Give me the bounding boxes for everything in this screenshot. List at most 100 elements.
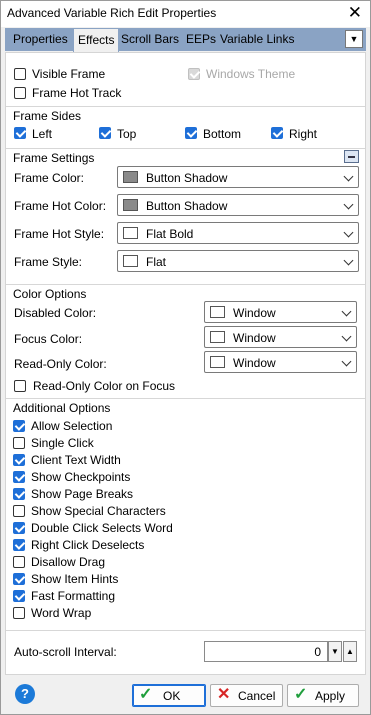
title-bar: Advanced Variable Rich Edit Properties ✕: [1, 1, 370, 27]
auto-scroll-interval-value: 0: [314, 645, 321, 659]
auto-scroll-section: [6, 630, 365, 631]
visible-frame-checkbox[interactable]: [14, 68, 26, 80]
disabled-color-value: Window: [233, 306, 276, 320]
option-label: Show Page Breaks: [31, 487, 134, 501]
frame-settings-section: [6, 148, 365, 149]
tab-eeps[interactable]: EEPs: [182, 28, 220, 51]
read-only-color-value: Window: [233, 356, 276, 370]
frame-sides-section: [6, 106, 365, 107]
windows-theme-checkbox: [188, 68, 200, 80]
frame-hot-color-label: Frame Hot Color:: [14, 199, 107, 213]
frame-side-right-label: Right: [289, 127, 318, 141]
focus-color-select[interactable]: Window: [204, 326, 357, 348]
frame-hot-style-select[interactable]: Flat Bold: [117, 222, 359, 244]
ok-button[interactable]: ✓ OK: [132, 684, 206, 707]
window-title: Advanced Variable Rich Edit Properties: [7, 6, 217, 20]
option-label: Double Click Selects Word: [31, 521, 173, 535]
check-icon: ✓: [139, 686, 153, 703]
read-only-color-select[interactable]: Window: [204, 351, 357, 373]
frame-side-right-checkbox[interactable]: [271, 127, 283, 139]
read-only-color-on-focus-label: Read-Only Color on Focus: [33, 379, 176, 393]
show-item-hints-checkbox[interactable]: [13, 573, 25, 585]
focus-color-value: Window: [233, 331, 276, 345]
tab-variable-links[interactable]: Variable Links: [216, 28, 298, 51]
show-checkpoints-checkbox[interactable]: [13, 471, 25, 483]
chevron-down-icon: [343, 227, 354, 238]
read-only-color-on-focus-checkbox[interactable]: [14, 380, 26, 392]
frame-settings-title: Frame Settings: [13, 151, 95, 165]
tab-strip: Properties Effects Scroll Bars EEPs Vari…: [5, 28, 366, 52]
tab-scroll-bars[interactable]: Scroll Bars: [117, 28, 183, 51]
help-icon[interactable]: ?: [15, 684, 35, 704]
collapse-icon[interactable]: [344, 150, 359, 163]
option-label: Right Click Deselects: [31, 538, 145, 552]
close-icon[interactable]: ✕: [348, 3, 362, 23]
chevron-down-icon: [343, 171, 354, 182]
disabled-color-select[interactable]: Window: [204, 301, 357, 323]
option-label: Disallow Drag: [31, 555, 106, 569]
color-options-title: Color Options: [13, 287, 87, 301]
frame-hot-track-checkbox[interactable]: [14, 87, 26, 99]
auto-scroll-interval-input[interactable]: 0: [204, 641, 328, 662]
color-options-section: [6, 284, 365, 285]
frame-color-label: Frame Color:: [14, 171, 85, 185]
color-swatch: [210, 306, 225, 318]
frame-side-bottom-label: Bottom: [203, 127, 242, 141]
option-label: Show Special Characters: [31, 504, 166, 518]
frame-color-select[interactable]: Button Shadow: [117, 166, 359, 188]
frame-side-bottom-checkbox[interactable]: [185, 127, 197, 139]
allow-selection-checkbox[interactable]: [13, 420, 25, 432]
option-label: Allow Selection: [31, 419, 113, 433]
tab-properties[interactable]: Properties: [9, 28, 72, 51]
option-label: Show Checkpoints: [31, 470, 131, 484]
frame-hot-style-value: Flat Bold: [146, 227, 194, 241]
chevron-down-icon: [341, 356, 352, 367]
x-icon: ✕: [217, 686, 231, 703]
frame-side-left-checkbox[interactable]: [14, 127, 26, 139]
apply-label: Apply: [315, 689, 346, 703]
option-label: Show Item Hints: [31, 572, 119, 586]
button-bar: ? ✓ OK ✕ Cancel ✓ Apply: [1, 676, 370, 714]
disabled-color-label: Disabled Color:: [14, 306, 97, 320]
chevron-down-icon: [341, 331, 352, 342]
single-click-checkbox[interactable]: [13, 437, 25, 449]
chevron-down-icon: [343, 199, 354, 210]
style-swatch: [123, 255, 138, 267]
spin-down-icon[interactable]: ▼: [328, 641, 342, 662]
windows-theme-label: Windows Theme: [206, 67, 296, 81]
color-swatch: [210, 331, 225, 343]
effects-panel: Visible Frame Windows Theme Frame Hot Tr…: [5, 52, 366, 675]
tab-effects[interactable]: Effects: [73, 28, 120, 52]
show-special-characters-checkbox[interactable]: [13, 505, 25, 517]
color-swatch: [210, 356, 225, 368]
additional-options-title: Additional Options: [13, 401, 111, 415]
right-click-deselects-checkbox[interactable]: [13, 539, 25, 551]
visible-frame-label: Visible Frame: [32, 67, 106, 81]
frame-hot-track-label: Frame Hot Track: [32, 86, 122, 100]
word-wrap-checkbox[interactable]: [13, 607, 25, 619]
fast-formatting-checkbox[interactable]: [13, 590, 25, 602]
option-label: Single Click: [31, 436, 94, 450]
spin-up-icon[interactable]: ▲: [343, 641, 357, 662]
show-page-breaks-checkbox[interactable]: [13, 488, 25, 500]
double-click-selects-word-checkbox[interactable]: [13, 522, 25, 534]
frame-hot-color-value: Button Shadow: [146, 199, 228, 213]
frame-hot-color-select[interactable]: Button Shadow: [117, 194, 359, 216]
frame-side-top-label: Top: [117, 127, 137, 141]
ok-label: OK: [163, 689, 181, 703]
frame-color-value: Button Shadow: [146, 171, 228, 185]
read-only-color-label: Read-Only Color:: [14, 357, 107, 371]
cancel-button[interactable]: ✕ Cancel: [210, 684, 283, 707]
chevron-down-icon: [343, 255, 354, 266]
option-label: Client Text Width: [31, 453, 121, 467]
color-swatch: [123, 171, 138, 183]
client-text-width-checkbox[interactable]: [13, 454, 25, 466]
tab-list-dropdown-icon[interactable]: ▼: [345, 30, 363, 48]
frame-side-top-checkbox[interactable]: [99, 127, 111, 139]
color-swatch: [123, 199, 138, 211]
disallow-drag-checkbox[interactable]: [13, 556, 25, 568]
apply-button[interactable]: ✓ Apply: [287, 684, 359, 707]
frame-side-left-label: Left: [32, 127, 53, 141]
style-swatch: [123, 227, 138, 239]
frame-style-select[interactable]: Flat: [117, 250, 359, 272]
